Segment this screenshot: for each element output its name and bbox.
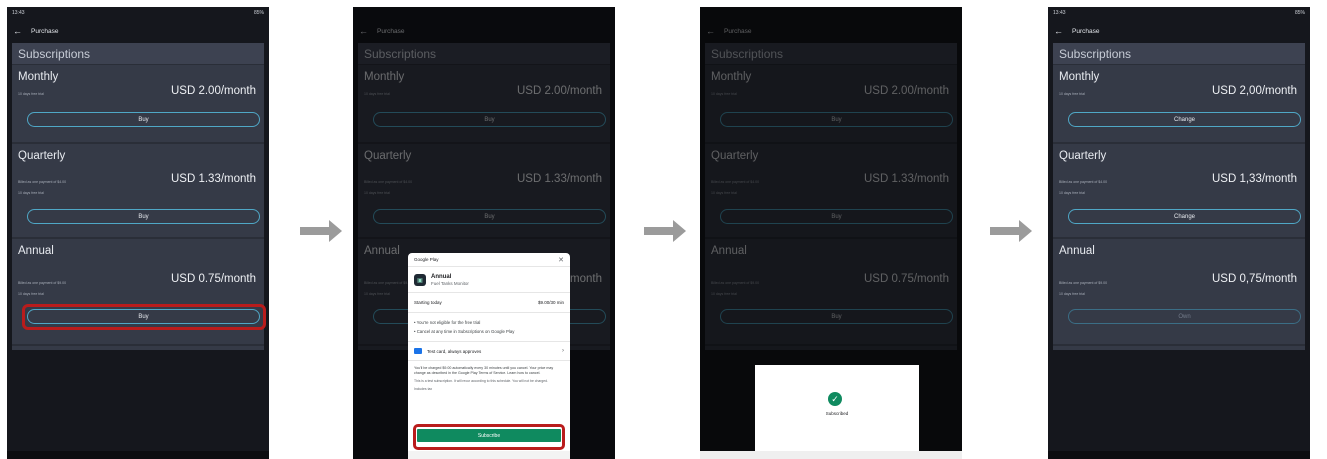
back-arrow-icon[interactable]: ← [13, 26, 22, 36]
navigation-bar [7, 451, 269, 459]
plan-trial-note: 10 days free trial [18, 92, 44, 96]
plan-name: Monthly [18, 71, 59, 83]
plan-name: Monthly [1059, 71, 1100, 83]
status-battery: 85% [1294, 10, 1305, 16]
plan-name: Quarterly [18, 150, 66, 162]
highlight-box [413, 424, 565, 450]
plan-billing-note: Billed as one payment of $4.00 [1059, 180, 1108, 184]
plan-price: USD 2,00/month [1211, 85, 1297, 97]
chevron-right-icon: › [562, 348, 564, 354]
own-button-annual: Own [1068, 309, 1301, 324]
plan-card-monthly: Monthly USD 2.00/month 10 days free tria… [12, 65, 264, 144]
subscriptions-panel: Subscriptions Monthly USD 2,00/month 10 … [1053, 43, 1305, 350]
plan-billing-note: Billed as one payment of $9.00 [18, 281, 67, 285]
credit-card-icon [414, 348, 422, 354]
status-time: 13:43 [12, 10, 25, 16]
highlight-box [22, 304, 266, 330]
plan-name: Annual [1059, 245, 1095, 257]
plan-name: Quarterly [1059, 150, 1107, 162]
navigation-bar [700, 451, 962, 459]
plan-price: USD 0.75/month [170, 273, 256, 285]
terms-bullets: • You're not eligible for the free trial… [408, 313, 570, 342]
google-play-title: Google Play [414, 257, 439, 262]
step-arrow-icon [300, 220, 342, 242]
subscribed-label: Subscribed [825, 411, 849, 416]
app-bar: ← Purchase [1048, 19, 1310, 43]
screen-purchase-initial: 13:43 85% ← Purchase Subscriptions Month… [7, 7, 269, 459]
app-bar: ← Purchase [7, 19, 269, 43]
plan-price: USD 1,33/month [1211, 173, 1297, 185]
app-bar-title: Purchase [1072, 27, 1100, 35]
product-plan-name: Annual [431, 274, 452, 280]
navigation-bar [408, 451, 570, 459]
product-app-name: Fuel Tanks Monitor [431, 281, 469, 286]
starting-label: Starting today [414, 300, 442, 305]
screen-google-play-sheet: ← Purchase Subscriptions Monthly USD 2.0… [353, 7, 615, 459]
product-info: ▣ Annual Fuel Tanks Monitor [408, 267, 570, 293]
plan-trial-note: 10 days free trial [18, 191, 44, 195]
plan-trial-note: 10 days free trial [1059, 92, 1085, 96]
plan-card-quarterly: Quarterly USD 1.33/month Billed as one p… [12, 144, 264, 239]
tax-note: Includes tax [414, 386, 433, 391]
bullet-cancel: • Cancel at any time in Subscriptions on… [414, 329, 515, 334]
section-title: Subscriptions [1053, 43, 1305, 65]
plan-card-quarterly: Quarterly USD 1,33/month Billed as one p… [1053, 144, 1305, 239]
step-arrow-icon [990, 220, 1032, 242]
buy-button-quarterly[interactable]: Buy [27, 209, 260, 224]
checkmark-icon: ✓ [828, 392, 842, 406]
plan-name: Annual [18, 245, 54, 257]
plan-card-annual: Annual USD 0,75/month Billed as one paym… [1053, 239, 1305, 346]
starting-price: $9.00/30 min [537, 300, 564, 305]
plan-billing-note: Billed as one payment of $4.00 [18, 180, 67, 184]
payment-method-label: Test card, always approves [427, 348, 482, 354]
close-icon[interactable]: ✕ [558, 256, 564, 264]
step-arrow-icon [644, 220, 686, 242]
price-row: Starting today $9.00/30 min [408, 293, 570, 313]
google-play-sheet: Google Play ✕ ▣ Annual Fuel Tanks Monito… [408, 253, 570, 459]
plan-trial-note: 10 days free trial [1059, 292, 1085, 296]
subscriptions-panel: Subscriptions Monthly USD 2.00/month 10 … [12, 43, 266, 350]
plan-price: USD 0,75/month [1211, 273, 1297, 285]
test-subscription-note: This is a test subscription. It will rec… [414, 379, 548, 383]
plan-trial-note: 10 days free trial [1059, 191, 1085, 195]
plan-trial-note: 10 days free trial [18, 292, 44, 296]
plan-card-annual: Annual USD 0.75/month Billed as one paym… [12, 239, 266, 346]
app-bar-title: Purchase [31, 27, 59, 35]
section-title: Subscriptions [12, 43, 264, 65]
change-button-monthly[interactable]: Change [1068, 112, 1301, 127]
plan-card-monthly: Monthly USD 2,00/month 10 days free tria… [1053, 65, 1305, 144]
navigation-bar [1048, 451, 1310, 459]
google-play-header: Google Play ✕ [408, 253, 570, 267]
change-button-quarterly[interactable]: Change [1068, 209, 1301, 224]
bullet-trial: • You're not eligible for the free trial [414, 320, 481, 325]
buy-button-monthly[interactable]: Buy [27, 112, 260, 127]
app-icon: ▣ [414, 274, 426, 286]
status-time: 13:43 [1053, 10, 1066, 16]
plan-billing-note: Billed as one payment of $9.00 [1059, 281, 1108, 285]
legal-text: You'll be charged $9.00 automatically ev… [414, 366, 554, 375]
subscribed-dialog: ✓ Subscribed [755, 365, 919, 459]
plan-price: USD 1.33/month [170, 173, 256, 185]
plan-price: USD 2.00/month [170, 85, 256, 97]
screen-purchase-owned: 13:43 85% ← Purchase Subscriptions Month… [1048, 7, 1310, 459]
payment-method-row[interactable]: Test card, always approves › [408, 342, 570, 361]
status-bar: 13:43 85% [1048, 7, 1310, 19]
status-bar: 13:43 85% [7, 7, 269, 19]
back-arrow-icon[interactable]: ← [1054, 26, 1063, 36]
screen-subscribed-confirmation: ← Purchase Subscriptions Monthly USD 2.0… [700, 7, 962, 459]
status-battery: 85% [253, 10, 264, 16]
